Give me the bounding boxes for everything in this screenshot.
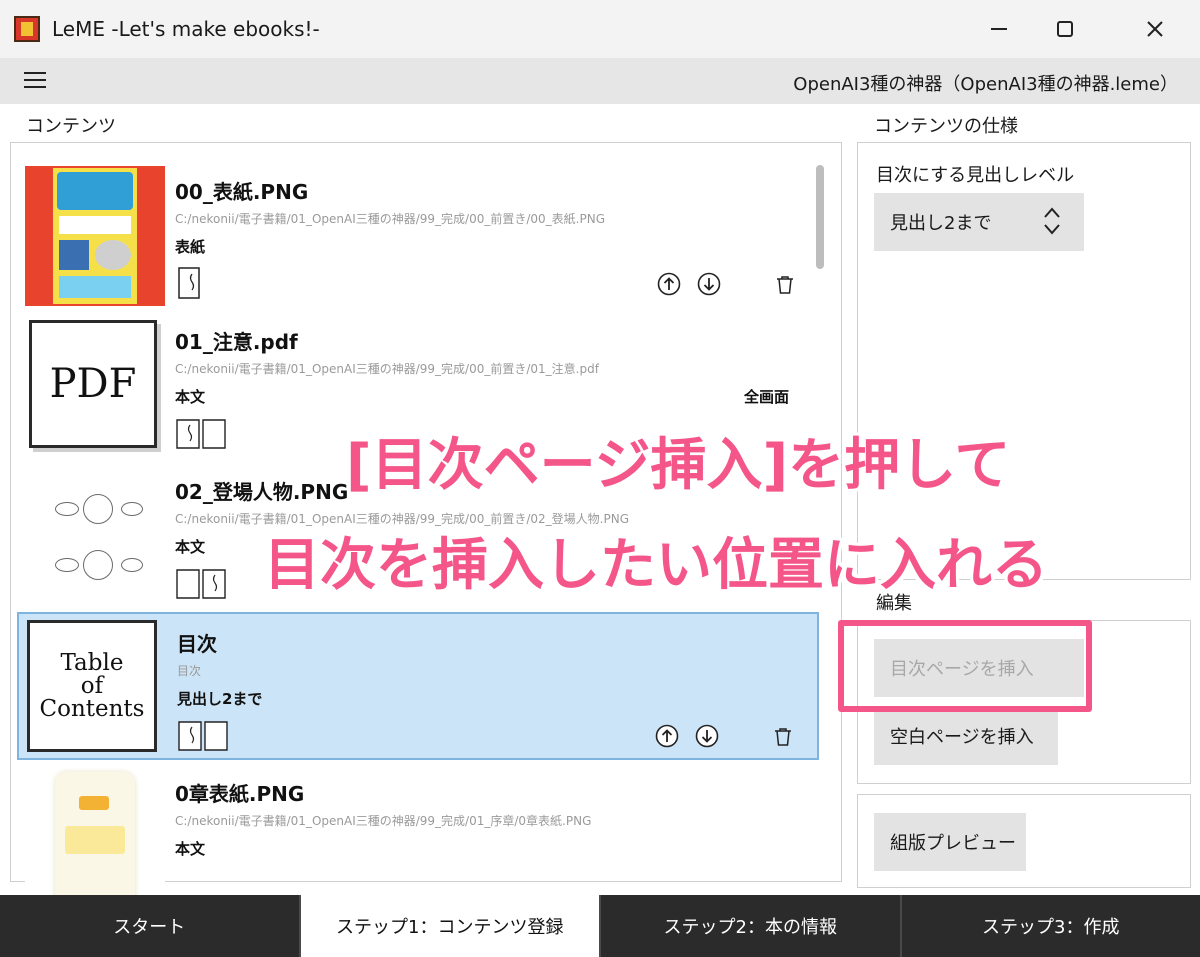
item-type: 本文 [175,538,206,556]
item-thumbnail [25,166,165,306]
annotation-line-2: 目次を挿入したい位置に入れる [264,533,1048,598]
tab-step1-contents[interactable]: ステップ1：コンテンツ登録 [300,895,601,957]
content-item-toc[interactable]: Table of Contents 目次 目次 見出し2まで [17,612,819,760]
toc-level-select[interactable]: 見出し2まで [874,193,1084,251]
tab-start[interactable]: スタート [0,895,301,957]
preview-panel: 組版プレビュー [857,794,1191,888]
item-thumbnail: PDF [29,320,157,448]
maximize-icon [1057,21,1073,37]
menu-bar: OpenAI3種の神器（OpenAI3種の神器.leme） [0,58,1200,104]
app-icon [14,16,40,42]
thumbnail-pdf-text: PDF [49,361,137,407]
item-thumbnail [25,466,165,606]
close-button[interactable] [1122,0,1188,58]
contents-section-label: コンテンツ [26,116,116,137]
item-type: 本文 [175,840,206,858]
item-type: 本文 [175,388,206,406]
chevron-updown-icon [1044,207,1060,235]
annotation-line-1: [目次ページ挿入]を押して [346,433,1011,498]
title-bar: LeME -Let's make ebooks!- [0,0,1200,58]
item-path: C:/nekonii/電子書籍/01_OpenAI三種の神器/99_完成/00_… [175,362,599,376]
thumbnail-toc-line: of [80,672,104,699]
item-name: 02_登場人物.PNG [175,480,349,504]
window-title: LeME -Let's make ebooks!- [52,17,320,41]
move-up-icon[interactable] [655,724,679,748]
close-icon [1147,21,1163,37]
move-down-icon[interactable] [695,724,719,748]
open-book-icon[interactable] [175,566,227,600]
hamburger-menu-icon[interactable] [24,72,46,90]
minimize-button[interactable] [966,0,1032,58]
project-file-label: OpenAI3種の神器（OpenAI3種の神器.leme） [793,74,1178,95]
item-thumbnail: Table of Contents [27,620,157,752]
open-book-icon[interactable] [175,416,227,450]
step-tab-bar: スタート ステップ1：コンテンツ登録 ステップ2：本の情報 ステップ3：作成 [0,895,1200,957]
spec-section-label: コンテンツの仕様 [874,116,1018,137]
item-path: C:/nekonii/電子書籍/01_OpenAI三種の神器/99_完成/01_… [175,814,592,828]
item-name: 目次 [177,632,217,656]
item-type: 表紙 [175,238,206,256]
maximize-button[interactable] [1032,0,1098,58]
item-name: 00_表紙.PNG [175,180,309,204]
delete-icon[interactable] [773,272,797,296]
thumbnail-toc-line: Contents [39,695,145,722]
fullscreen-label[interactable]: 全画面 [744,386,789,407]
move-down-icon[interactable] [697,272,721,296]
single-page-icon[interactable] [175,266,205,300]
content-item-cover[interactable]: 00_表紙.PNG C:/nekonii/電子書籍/01_OpenAI三種の神器… [17,162,819,312]
tab-step3-build[interactable]: ステップ3：作成 [901,895,1200,957]
item-thumbnail [25,768,165,908]
move-up-icon[interactable] [657,272,681,296]
open-book-icon[interactable] [177,718,229,752]
item-path: C:/nekonii/電子書籍/01_OpenAI三種の神器/99_完成/00_… [175,212,606,226]
item-name: 0章表紙.PNG [175,782,305,806]
toc-level-value: 見出し2まで [890,213,992,234]
item-type: 見出し2まで [177,690,263,708]
delete-icon[interactable] [771,724,795,748]
minimize-icon [991,28,1007,30]
toc-level-label: 目次にする見出しレベル [876,165,1075,186]
tab-step2-book-info[interactable]: ステップ2：本の情報 [601,895,902,957]
highlight-box [838,620,1092,712]
preview-button[interactable]: 組版プレビュー [874,813,1026,871]
item-name: 01_注意.pdf [175,330,298,354]
spec-panel: 目次にする見出しレベル 見出し2まで [857,142,1191,580]
thumbnail-toc-line: Table [60,649,124,676]
item-path: 目次 [177,664,202,678]
content-item-chapter-cover[interactable]: 0章表紙.PNG C:/nekonii/電子書籍/01_OpenAI三種の神器/… [17,764,819,914]
insert-blank-button[interactable]: 空白ページを挿入 [874,707,1058,765]
